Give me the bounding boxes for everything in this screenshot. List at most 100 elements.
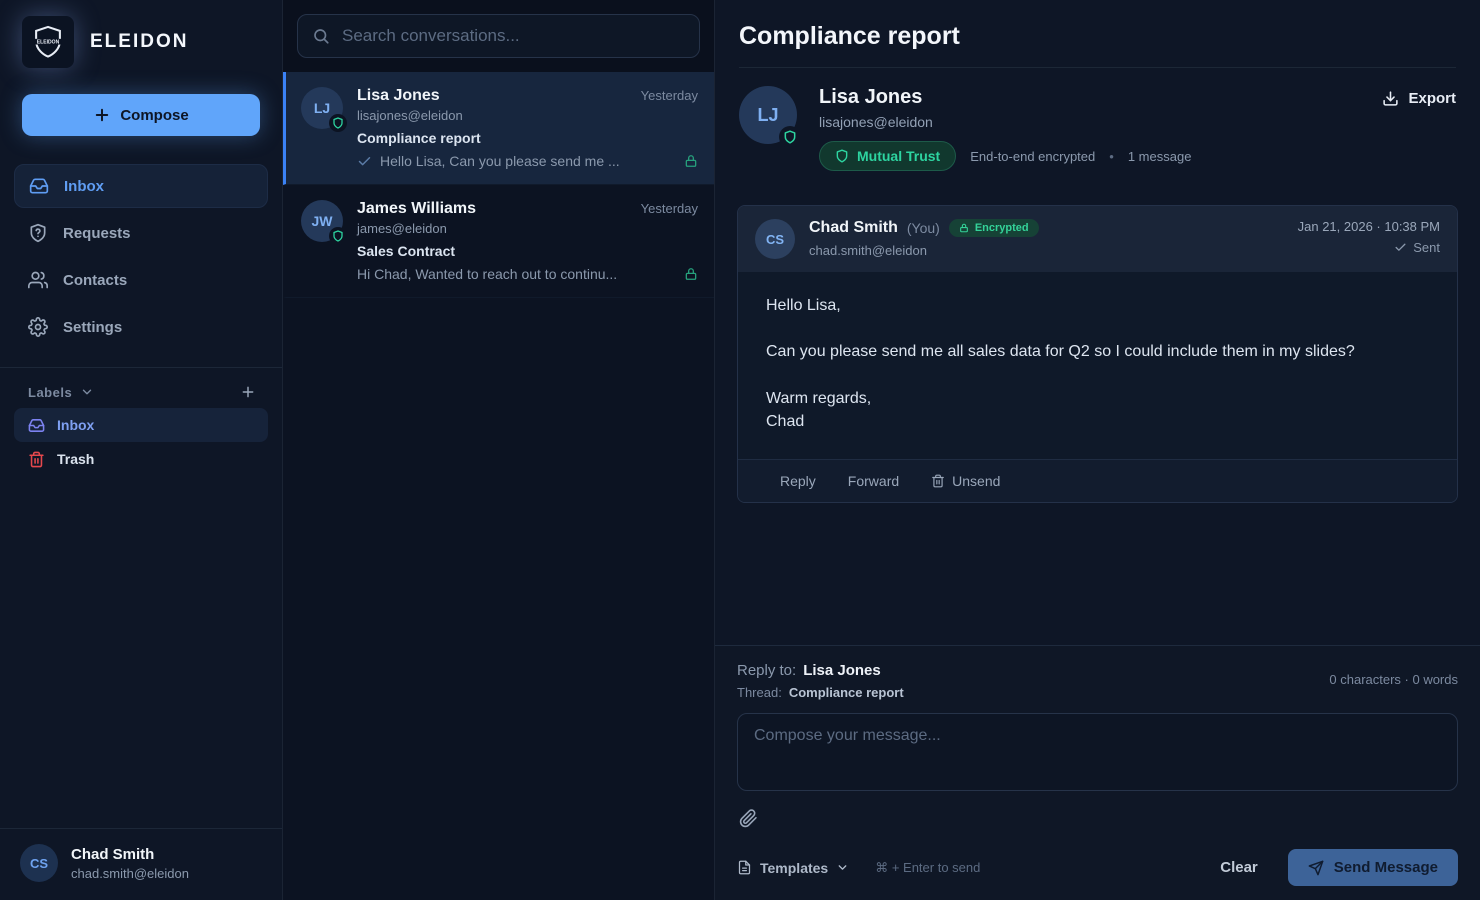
export-label: Export	[1408, 90, 1456, 107]
send-message-button[interactable]: Send Message	[1288, 849, 1458, 886]
reply-to-label: Reply to:	[737, 662, 796, 679]
unsend-button[interactable]: Unsend	[931, 473, 1000, 489]
compose-button[interactable]: Compose	[22, 94, 260, 136]
search-input[interactable]	[342, 26, 685, 46]
dot-separator: •	[1109, 149, 1114, 164]
thread-title: Compliance report	[715, 0, 1480, 67]
search-box	[297, 14, 700, 58]
clear-button[interactable]: Clear	[1220, 859, 1258, 876]
chevron-down-icon[interactable]	[80, 385, 94, 399]
sidebar-item-contacts[interactable]: Contacts	[14, 258, 268, 302]
contact-name: Lisa Jones	[819, 86, 1382, 109]
forward-button[interactable]: Forward	[848, 473, 899, 489]
nav-label: Inbox	[64, 178, 104, 195]
inbox-icon	[29, 176, 49, 196]
sidebar-item-inbox[interactable]: Inbox	[14, 164, 268, 208]
brand: ELEIDON ELEIDON	[0, 16, 282, 68]
sent-status: Sent	[1413, 240, 1440, 255]
attach-button[interactable]	[739, 809, 758, 828]
character-counter: 0 characters · 0 words	[1329, 672, 1458, 700]
message-card: CS Chad Smith (You) Encrypted chad.smith…	[737, 205, 1458, 503]
thread-contact-header: LJ Lisa Jones lisajones@eleidon Mutual T…	[715, 68, 1480, 185]
add-label-icon[interactable]	[240, 384, 256, 400]
paper-plane-icon	[1308, 860, 1324, 876]
conversation-email: james@eleidon	[357, 221, 698, 236]
verified-shield-icon	[329, 227, 347, 245]
eleidon-logo-icon: ELEIDON	[22, 16, 74, 68]
sidebar-item-settings[interactable]: Settings	[14, 305, 268, 349]
gear-icon	[28, 317, 48, 337]
reply-to-name: Lisa Jones	[803, 662, 881, 679]
current-user[interactable]: CS Chad Smith chad.smith@eleidon	[0, 828, 282, 900]
user-avatar: CS	[20, 844, 58, 882]
message-area: CS Chad Smith (You) Encrypted chad.smith…	[715, 185, 1480, 645]
composer: Reply to: Lisa Jones Thread: Compliance re…	[715, 645, 1480, 900]
templates-label: Templates	[760, 860, 828, 876]
trash-icon	[931, 474, 945, 488]
search-icon	[312, 27, 330, 45]
mutual-trust-badge: Mutual Trust	[819, 141, 956, 171]
labels-header: Labels	[28, 384, 256, 400]
conversation-preview: Hello Lisa, Can you please send me ...	[380, 153, 676, 169]
reply-button[interactable]: Reply	[780, 473, 816, 489]
chevron-down-icon	[836, 861, 849, 874]
download-icon	[1382, 90, 1399, 107]
send-shortcut-hint: ⌘ + Enter to send	[875, 860, 980, 876]
contacts-icon	[28, 270, 48, 290]
sender-name: Chad Smith	[809, 219, 898, 237]
compose-label: Compose	[120, 107, 188, 124]
conversation-item-lisa-jones[interactable]: LJ Lisa Jones Yesterday lisajones@eleido…	[283, 72, 714, 185]
contact-email: lisajones@eleidon	[819, 114, 1382, 130]
shield-question-icon	[28, 223, 48, 243]
svg-text:ELEIDON: ELEIDON	[37, 40, 60, 46]
message-body: Hello Lisa, Can you please send me all s…	[738, 272, 1457, 459]
label-item-inbox[interactable]: Inbox	[14, 408, 268, 442]
conversation-subject: Compliance report	[357, 130, 698, 146]
lock-icon	[684, 154, 698, 168]
sidebar-nav: Inbox Requests Contacts Settings	[14, 164, 268, 349]
nav-label: Contacts	[63, 272, 127, 289]
labels-title: Labels	[28, 385, 72, 400]
templates-dropdown[interactable]: Templates	[737, 860, 849, 876]
send-label: Send Message	[1334, 859, 1438, 876]
trash-icon	[28, 451, 45, 468]
conversation-subject: Sales Contract	[357, 243, 698, 259]
thread-panel: Compliance report LJ Lisa Jones lisajone…	[715, 0, 1480, 900]
sidebar: ELEIDON ELEIDON Compose Inbox Requests C…	[0, 0, 283, 900]
check-icon	[1394, 241, 1407, 254]
encryption-status: End-to-end encrypted	[970, 149, 1095, 164]
paperclip-icon	[739, 809, 758, 828]
plus-icon	[93, 106, 111, 124]
conversation-list-panel: LJ Lisa Jones Yesterday lisajones@eleido…	[283, 0, 715, 900]
user-name: Chad Smith	[71, 846, 189, 863]
label-text: Trash	[57, 451, 94, 467]
verified-shield-icon	[329, 114, 347, 132]
message-count: 1 message	[1128, 149, 1192, 164]
sent-check-icon	[357, 154, 372, 169]
conversation-name: Lisa Jones	[357, 87, 440, 105]
message-timestamp: Jan 21, 2026 · 10:38 PM	[1298, 219, 1440, 234]
export-button[interactable]: Export	[1382, 90, 1456, 107]
lock-icon	[684, 267, 698, 281]
thread-label: Thread:	[737, 685, 782, 700]
conversation-time: Yesterday	[641, 88, 698, 103]
verified-shield-icon	[779, 126, 801, 148]
thread-name: Compliance report	[789, 685, 904, 700]
encrypted-badge: Encrypted	[949, 219, 1039, 237]
conversation-name: James Williams	[357, 200, 476, 218]
sidebar-item-requests[interactable]: Requests	[14, 211, 268, 255]
conversation-item-james-williams[interactable]: JW James Williams Yesterday james@eleido…	[283, 185, 714, 298]
message-actions: Reply Forward Unsend	[738, 459, 1457, 502]
brand-name: ELEIDON	[90, 31, 188, 53]
search-area	[283, 0, 714, 72]
sidebar-divider	[0, 367, 282, 368]
label-item-trash[interactable]: Trash	[14, 442, 268, 476]
sender-avatar: CS	[755, 219, 795, 259]
inbox-label-icon	[28, 417, 45, 434]
user-email: chad.smith@eleidon	[71, 866, 189, 881]
message-input[interactable]	[737, 713, 1458, 791]
label-text: Inbox	[57, 417, 94, 433]
conversation-time: Yesterday	[641, 201, 698, 216]
file-icon	[737, 860, 752, 875]
nav-label: Settings	[63, 319, 122, 336]
